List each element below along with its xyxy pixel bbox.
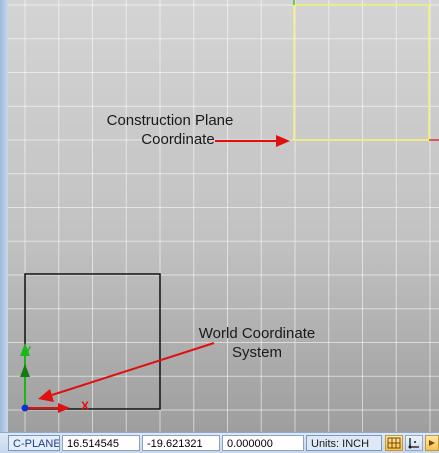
world-coordinate-arrowhead xyxy=(38,389,54,402)
viewport-canvas: Y X xyxy=(8,0,439,432)
ortho-icon xyxy=(408,438,419,449)
world-x-arrowhead xyxy=(58,403,70,413)
world-origin-point xyxy=(21,404,29,412)
drawing-viewport[interactable]: Y X Construction Plane Coordinate World … xyxy=(8,0,439,432)
left-panel-edge xyxy=(0,0,8,432)
status-bar: C-PLANE 16.514545 -19.621321 0.000000 Un… xyxy=(0,432,439,453)
world-coordinate-callout-line1: World Coordinate xyxy=(198,325,316,342)
z-coordinate-field[interactable]: 0.000000 xyxy=(222,435,304,451)
snap-menu-button[interactable] xyxy=(425,435,439,451)
cplane-mode-button[interactable]: C-PLANE xyxy=(8,435,60,451)
grid-snap-button[interactable] xyxy=(385,435,403,451)
x-coordinate-field[interactable]: 16.514545 xyxy=(62,435,140,451)
grid-lines xyxy=(8,0,439,432)
world-coordinate-callout: World Coordinate System xyxy=(182,324,332,362)
construction-plane-callout-line1: Construction Plane xyxy=(106,112,234,129)
grid-snap-icon xyxy=(387,437,401,449)
snap-menu-icon xyxy=(429,440,435,446)
units-button[interactable]: Units: INCH xyxy=(306,435,382,451)
construction-plane-arrowhead xyxy=(276,135,290,147)
construction-plane-callout: Construction Plane Coordinate xyxy=(90,111,250,149)
world-y-label: Y xyxy=(24,345,32,357)
ortho-button[interactable] xyxy=(405,435,423,451)
world-x-label: X xyxy=(81,399,89,413)
y-coordinate-field[interactable]: -19.621321 xyxy=(142,435,220,451)
world-y-arrowhead-lower xyxy=(20,364,30,377)
construction-plane-callout-line2: Coordinate xyxy=(141,131,215,148)
world-coordinate-callout-line2: System xyxy=(231,344,282,361)
